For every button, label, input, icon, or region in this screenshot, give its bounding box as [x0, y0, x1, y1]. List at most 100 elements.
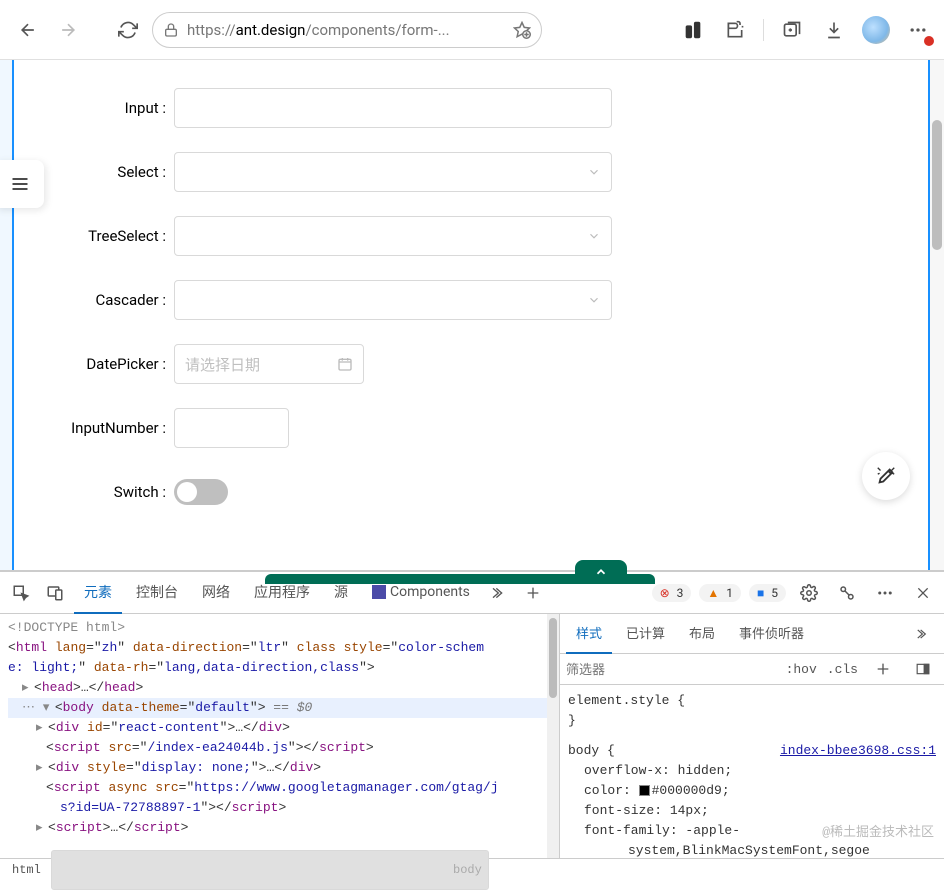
- overflow-prop: overflow-x: hidden;: [568, 761, 936, 781]
- address-bar[interactable]: https://ant.design/components/form-...: [152, 12, 542, 48]
- hov-toggle[interactable]: :hov: [786, 662, 817, 677]
- devtools-close-button[interactable]: [908, 578, 938, 608]
- tab-console[interactable]: 控制台: [126, 572, 188, 614]
- inputnumber-field[interactable]: [174, 408, 289, 448]
- activity-icon[interactable]: [832, 578, 862, 608]
- breadcrumb: html body: [0, 858, 944, 880]
- treeselect-field[interactable]: [174, 216, 612, 256]
- script1-line: <script src="/index-ea24044b.js"></scrip…: [8, 738, 551, 758]
- color-prop: color: #000000d9;: [568, 781, 936, 801]
- tab-layout[interactable]: 布局: [679, 614, 725, 654]
- form-row-inputnumber: InputNumber :: [14, 396, 944, 460]
- styles-filter-bar: :hov .cls: [560, 654, 944, 685]
- font-size-prop: font-size: 14px;: [568, 801, 936, 821]
- rule-close: }: [568, 711, 936, 731]
- select-field[interactable]: [174, 152, 612, 192]
- favorite-icon[interactable]: [513, 21, 531, 39]
- collapse-up-tab[interactable]: [575, 560, 627, 584]
- label-switch: Switch :: [14, 483, 174, 501]
- settings-icon[interactable]: [794, 578, 824, 608]
- css-source-link[interactable]: index-bbee3698.css:1: [780, 741, 936, 761]
- styles-more-tabs[interactable]: [908, 619, 938, 649]
- form-row-datepicker: DatePicker : 请选择日期: [14, 332, 944, 396]
- highlight-left-gutter: [0, 60, 14, 570]
- devtools-panel: 元素 控制台 网络 应用程序 源 Components ⊗ 3 ▲ 1 ■ 5 …: [0, 570, 944, 858]
- error-badge[interactable]: ⊗ 3: [652, 584, 692, 602]
- back-button[interactable]: [12, 14, 44, 46]
- menu-toggle-button[interactable]: [0, 160, 44, 208]
- theme-editor-fab[interactable]: [862, 452, 910, 500]
- new-style-rule-button[interactable]: [868, 654, 898, 684]
- html-open-line-2: e: light;" data-rh="lang,data-direction,…: [8, 658, 551, 678]
- label-cascader: Cascader :: [14, 291, 174, 309]
- profile-avatar[interactable]: [862, 16, 890, 44]
- devtools-more-button[interactable]: [870, 578, 900, 608]
- warning-badge[interactable]: ▲ 1: [699, 584, 741, 602]
- head-line: ▸<head>…</head>: [8, 678, 551, 698]
- script2-line: <script async src="https://www.googletag…: [8, 778, 551, 798]
- div-react-content-line: ▸<div id="react-content">…</div>: [8, 718, 551, 738]
- tab-network[interactable]: 网络: [192, 572, 240, 614]
- color-swatch[interactable]: [639, 785, 650, 796]
- device-toggle-button[interactable]: [40, 578, 70, 608]
- form-row-switch: Switch :: [14, 460, 944, 524]
- more-button[interactable]: [904, 16, 932, 44]
- elements-scrollbar-thumb[interactable]: [549, 618, 557, 698]
- input-field[interactable]: [174, 88, 612, 128]
- tab-styles[interactable]: 样式: [566, 614, 612, 654]
- computed-sidebar-toggle[interactable]: [908, 654, 938, 684]
- alert-dot: [924, 36, 934, 46]
- datepicker-placeholder: 请选择日期: [185, 354, 260, 375]
- cls-toggle[interactable]: .cls: [827, 662, 858, 677]
- switch-knob: [177, 482, 197, 502]
- browser-toolbar: https://ant.design/components/form-...: [0, 0, 944, 60]
- forward-button[interactable]: [52, 14, 84, 46]
- crumb-html[interactable]: html: [6, 862, 47, 878]
- script2-line-2: s?id=UA-72788897-1"></script>: [8, 798, 551, 818]
- form-row-treeselect: TreeSelect :: [14, 204, 944, 268]
- page-content: Input : Select : TreeSelect : Cascader :…: [0, 60, 944, 570]
- inspect-element-button[interactable]: [6, 578, 36, 608]
- label-input: Input :: [14, 99, 174, 117]
- font-family-prop-2: system,BlinkMacSystemFont,segoe: [568, 841, 936, 858]
- chevron-down-icon: [587, 293, 601, 307]
- form-row-select: Select :: [14, 140, 944, 204]
- switch-toggle[interactable]: [174, 479, 228, 505]
- styles-pane: 样式 已计算 布局 事件侦听器 :hov .cls element.style …: [560, 614, 944, 858]
- collections-icon[interactable]: [778, 16, 806, 44]
- elements-tree[interactable]: <!DOCTYPE html> <html lang="zh" data-dir…: [0, 614, 560, 858]
- styles-tab-bar: 样式 已计算 布局 事件侦听器: [560, 614, 944, 654]
- label-treeselect: TreeSelect :: [14, 227, 174, 245]
- label-datepicker: DatePicker :: [14, 355, 174, 373]
- div-hidden-line: ▸<div style="display: none;">…</div>: [8, 758, 551, 778]
- tab-computed[interactable]: 已计算: [616, 614, 675, 654]
- elements-scrollbar[interactable]: [547, 614, 559, 858]
- element-style-rule: element.style {: [568, 691, 936, 711]
- url-text: https://ant.design/components/form-...: [187, 21, 505, 39]
- tab-elements[interactable]: 元素: [74, 572, 122, 614]
- extension-icon-1[interactable]: [679, 16, 707, 44]
- lock-icon: [163, 22, 179, 38]
- doctype-line: <!DOCTYPE html>: [8, 620, 125, 635]
- chevron-down-icon: [587, 165, 601, 179]
- downloads-icon[interactable]: [820, 16, 848, 44]
- form-row-input: Input :: [14, 76, 944, 140]
- info-badge[interactable]: ■ 5: [749, 584, 786, 602]
- styles-rules[interactable]: element.style { } index-bbee3698.css:1bo…: [560, 685, 944, 858]
- form-row-cascader: Cascader :: [14, 268, 944, 332]
- divider: [763, 19, 764, 41]
- devtools-main: <!DOCTYPE html> <html lang="zh" data-dir…: [0, 614, 944, 858]
- script3-line: ▸<script>…</script>: [8, 818, 551, 838]
- cascader-field[interactable]: [174, 280, 612, 320]
- refresh-button[interactable]: [112, 14, 144, 46]
- extensions-icon[interactable]: [721, 16, 749, 44]
- styles-filter-input[interactable]: [566, 662, 776, 677]
- chevron-down-icon: [587, 229, 601, 243]
- label-inputnumber: InputNumber :: [14, 419, 174, 437]
- tab-listeners[interactable]: 事件侦听器: [729, 614, 814, 654]
- datepicker-field[interactable]: 请选择日期: [174, 344, 364, 384]
- body-line[interactable]: ⋯ ▾<body data-theme="default"> == $0: [8, 698, 551, 718]
- html-open-line: <html lang="zh" data-direction="ltr" cla…: [8, 638, 551, 658]
- calendar-icon: [337, 356, 353, 372]
- react-icon: [372, 585, 386, 599]
